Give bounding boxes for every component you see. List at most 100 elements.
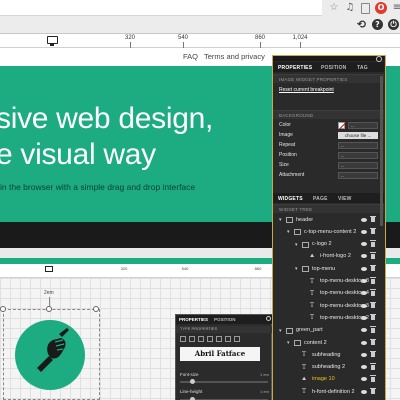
tab-page[interactable]: PAGE bbox=[313, 196, 328, 202]
repeat-select[interactable]: -- bbox=[338, 142, 378, 149]
container-icon bbox=[286, 327, 293, 334]
eye-icon[interactable] bbox=[361, 279, 367, 283]
tree-item[interactable]: Ttop-menu-desktop 8 bbox=[273, 276, 384, 288]
tree-item[interactable]: ▾ header bbox=[273, 214, 384, 226]
resize-handle[interactable] bbox=[0, 306, 6, 312]
address-bar[interactable] bbox=[0, 0, 322, 16]
align-right-icon[interactable] bbox=[198, 336, 204, 342]
nav-link-faq[interactable]: FAQ bbox=[183, 52, 198, 61]
document-icon[interactable] bbox=[361, 3, 370, 14]
trash-icon[interactable] bbox=[370, 301, 376, 309]
eye-icon[interactable] bbox=[361, 242, 367, 247]
expand-arrow-icon[interactable]: ▾ bbox=[295, 242, 298, 248]
eye-icon[interactable] bbox=[361, 352, 367, 357]
panel-scrollbar[interactable] bbox=[380, 76, 383, 226]
menu-icon[interactable]: ≡ bbox=[391, 2, 400, 14]
resize-handle[interactable] bbox=[93, 306, 99, 312]
eye-icon[interactable] bbox=[361, 365, 367, 370]
trash-icon[interactable] bbox=[370, 240, 376, 247]
eye-icon[interactable] bbox=[361, 266, 367, 271]
tab-position[interactable]: POSITION bbox=[214, 317, 236, 322]
align-left-icon[interactable] bbox=[180, 336, 186, 342]
trash-icon[interactable] bbox=[370, 215, 376, 222]
trash-icon[interactable] bbox=[370, 313, 376, 321]
italic-icon[interactable] bbox=[225, 336, 231, 342]
tab-properties[interactable]: PROPERTIES bbox=[278, 65, 312, 71]
tab-widgets[interactable]: WIDGETS bbox=[278, 196, 303, 202]
eye-icon[interactable] bbox=[361, 217, 367, 222]
trash-icon[interactable] bbox=[370, 338, 376, 345]
star-icon[interactable]: ☆ bbox=[328, 2, 340, 14]
bold-icon[interactable] bbox=[216, 336, 222, 342]
size-select[interactable]: -- bbox=[338, 162, 378, 169]
eye-icon[interactable] bbox=[361, 254, 367, 259]
trash-icon[interactable] bbox=[370, 375, 376, 382]
music-icon[interactable]: ♫ bbox=[344, 2, 356, 14]
trash-icon[interactable] bbox=[370, 326, 376, 333]
tree-item[interactable]: Ttop-menu-desktop 4 bbox=[273, 288, 384, 300]
tab-view[interactable]: VIEW bbox=[338, 196, 352, 202]
history-icon[interactable]: ⟲ bbox=[356, 19, 367, 30]
eye-icon[interactable] bbox=[361, 229, 367, 234]
choose-file-button[interactable]: choose file ... bbox=[338, 132, 378, 139]
attachment-select[interactable]: -- bbox=[338, 172, 378, 179]
font-select[interactable]: Abril Fatface bbox=[180, 347, 260, 361]
breakpoint-ruler[interactable]: 320 540 860 1,024 bbox=[0, 34, 400, 48]
tree-item[interactable]: ▾ top-menu bbox=[273, 263, 384, 275]
expand-arrow-icon[interactable]: ▾ bbox=[295, 266, 298, 272]
trash-icon[interactable] bbox=[370, 252, 376, 259]
trash-icon[interactable] bbox=[370, 387, 376, 395]
trash-icon[interactable] bbox=[370, 350, 376, 358]
tree-item[interactable]: ▾ content 2 bbox=[273, 337, 384, 349]
resize-handle[interactable] bbox=[46, 306, 52, 312]
tab-properties[interactable]: PROPERTIES bbox=[179, 317, 208, 322]
tree-item[interactable]: ⛰ i-front-logo 2 bbox=[273, 251, 384, 263]
eye-icon[interactable] bbox=[361, 389, 367, 394]
color-select[interactable]: -- bbox=[348, 122, 378, 129]
eye-icon[interactable] bbox=[361, 340, 367, 345]
expand-arrow-icon[interactable]: ▾ bbox=[287, 340, 290, 346]
expand-arrow-icon[interactable]: ▾ bbox=[279, 328, 282, 334]
trash-icon[interactable] bbox=[370, 264, 376, 272]
justify-icon[interactable] bbox=[207, 336, 213, 342]
tree-item[interactable]: Tsubheading bbox=[273, 349, 384, 361]
tree-item[interactable]: ▾ c-logo 2 bbox=[273, 239, 384, 251]
slider-knob[interactable] bbox=[190, 379, 195, 384]
underline-icon[interactable] bbox=[234, 336, 240, 342]
tree-item[interactable]: Tsubheading 2 bbox=[273, 362, 384, 374]
opera-icon[interactable]: O bbox=[375, 2, 387, 14]
tab-tag[interactable]: TAG bbox=[357, 65, 368, 71]
eye-icon[interactable] bbox=[361, 377, 367, 382]
expand-arrow-icon[interactable]: ▾ bbox=[279, 217, 282, 223]
position-select[interactable]: -- bbox=[338, 152, 378, 159]
tree-item[interactable]: ▾ green_part bbox=[273, 325, 384, 337]
logo-image[interactable] bbox=[15, 320, 85, 390]
eye-icon[interactable] bbox=[361, 303, 367, 308]
help-icon[interactable]: ? bbox=[372, 19, 383, 30]
power-icon[interactable]: ⏻ bbox=[388, 19, 399, 30]
tree-item[interactable]: ▾ c-top-menu-content 2 bbox=[273, 226, 384, 238]
trash-icon[interactable] bbox=[370, 289, 376, 296]
reset-breakpoint-link[interactable]: Reset current breakpoint bbox=[279, 87, 334, 93]
panel-drag-handle[interactable] bbox=[273, 56, 384, 62]
expand-arrow-icon[interactable]: ▾ bbox=[287, 229, 290, 235]
trash-icon[interactable] bbox=[370, 277, 376, 284]
font-size-slider[interactable] bbox=[180, 379, 268, 384]
trash-icon[interactable] bbox=[370, 227, 376, 235]
tree-item[interactable]: Ttop-menu-desktop 2 bbox=[273, 312, 384, 324]
tree-item[interactable]: Ttop-menu-desktop 3 bbox=[273, 300, 384, 312]
eye-icon[interactable] bbox=[361, 315, 367, 320]
desktop-icon[interactable] bbox=[47, 36, 58, 46]
tree-item[interactable]: ⛰ image 10 bbox=[273, 374, 384, 386]
hero-heading-line-2: e visual way bbox=[0, 138, 156, 171]
font-size-label: Font-size bbox=[180, 372, 199, 377]
nav-link-terms[interactable]: Terms and privacy bbox=[204, 52, 265, 61]
tree-item[interactable]: Th-font-definition 2 bbox=[273, 386, 384, 398]
eye-icon[interactable] bbox=[361, 328, 367, 333]
tab-position[interactable]: POSITION bbox=[321, 65, 347, 71]
trash-icon[interactable] bbox=[370, 363, 376, 370]
close-icon[interactable] bbox=[266, 316, 271, 321]
align-center-icon[interactable] bbox=[189, 336, 195, 342]
color-swatch[interactable] bbox=[338, 122, 345, 129]
tree-item-label: h-font-definition 2 bbox=[312, 388, 355, 395]
